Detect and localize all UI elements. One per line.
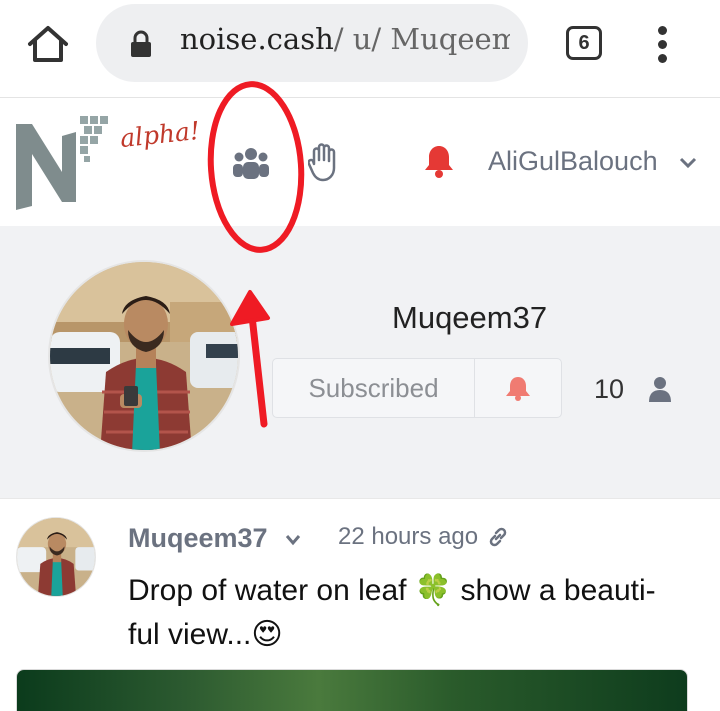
post-image[interactable]: [16, 669, 688, 711]
tab-switcher-button[interactable]: 6: [566, 26, 602, 60]
alpha-badge: alpha!: [118, 115, 202, 154]
post-author-menu[interactable]: Muqeem37: [128, 523, 301, 554]
noise-logo[interactable]: [14, 112, 114, 212]
profile-header: Muqeem37 Subscribed 10: [0, 226, 720, 498]
bell-icon: [506, 377, 530, 401]
more-vert-icon[interactable]: [648, 20, 678, 68]
url-host: noise.cash: [180, 22, 334, 56]
bell-icon[interactable]: [424, 144, 454, 178]
author-photo: [17, 518, 95, 596]
post-author-avatar[interactable]: [16, 517, 96, 597]
url-text: noise.cash/ u/ Muqeem: [180, 22, 510, 56]
post-timestamp[interactable]: 22 hours ago: [338, 523, 478, 551]
subscribed-button[interactable]: Subscribed: [273, 359, 475, 417]
address-bar[interactable]: noise.cash/ u/ Muqeem: [96, 4, 528, 82]
subscribe-button-group: Subscribed: [272, 358, 562, 418]
users-icon[interactable]: [232, 146, 270, 180]
username-label: AliGulBalouch: [488, 146, 658, 176]
profile-photo: [50, 262, 238, 450]
browser-toolbar: noise.cash/ u/ Muqeem 6: [0, 0, 720, 98]
post-card: Muqeem37 22 hours ago Drop of water on l…: [0, 498, 720, 711]
chevron-down-icon: [285, 534, 301, 546]
subscriber-count: 10: [594, 374, 625, 404]
link-icon[interactable]: [486, 525, 510, 549]
post-body-line-1: Drop of water on leaf 🍀 show a beauti-: [128, 574, 656, 607]
profile-name: Muqeem37: [392, 300, 548, 335]
profile-avatar[interactable]: [48, 260, 240, 452]
post-body: Drop of water on leaf 🍀 show a beauti- f…: [128, 569, 698, 657]
home-button[interactable]: [24, 20, 72, 68]
chevron-down-icon: [680, 157, 697, 168]
person-icon: [649, 377, 671, 402]
url-path: / u/ Muqeem: [333, 22, 510, 56]
home-icon: [28, 26, 68, 62]
user-menu[interactable]: AliGulBalouch: [488, 146, 697, 177]
raised-hand-icon[interactable]: [308, 142, 340, 182]
post-author-name: Muqeem37: [128, 523, 268, 553]
lock-icon: [131, 30, 151, 57]
notification-bell-button[interactable]: [476, 359, 562, 417]
post-body-line-2: ful view...😍: [128, 618, 283, 651]
site-header: alpha! AliGulBalouch: [0, 98, 720, 226]
